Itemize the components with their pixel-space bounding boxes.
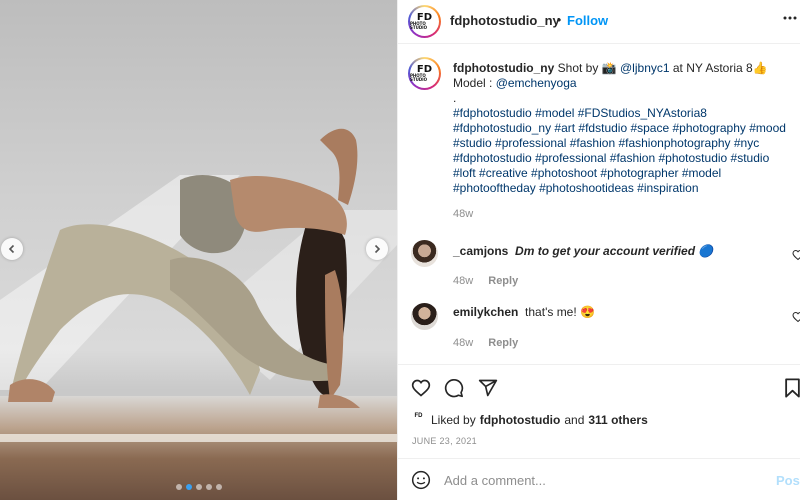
credit-mention-link[interactable]: @ljbnyc1 bbox=[620, 61, 670, 75]
comment-timestamp[interactable]: 48w bbox=[453, 275, 473, 287]
post-photo[interactable] bbox=[0, 0, 397, 500]
commenter-avatar[interactable] bbox=[411, 240, 438, 267]
likes-summary: FD Liked by fdphotostudio and 311 others bbox=[412, 413, 652, 427]
caption-hashtags[interactable]: #fdphotostudio #model #FDStudios_NYAstor… bbox=[453, 106, 786, 195]
like-comment-icon[interactable] bbox=[792, 249, 800, 261]
post-comment-button[interactable]: Post bbox=[776, 473, 800, 488]
comment-text: Dm to get your account verified 🔵 bbox=[515, 244, 714, 258]
more-options-button[interactable] bbox=[782, 10, 798, 31]
comment-username[interactable]: emilykchen bbox=[453, 305, 518, 319]
commenter-avatar[interactable] bbox=[411, 303, 438, 330]
more-horizontal-icon bbox=[783, 16, 797, 20]
avatar-logo-subtext: PHOTO STUDIO bbox=[410, 21, 428, 31]
model-mention-link[interactable]: @emchenyoga bbox=[496, 76, 577, 90]
comment-timestamp[interactable]: 48w bbox=[453, 337, 473, 349]
previous-slide-button[interactable] bbox=[1, 238, 23, 260]
like-icon[interactable] bbox=[411, 378, 431, 398]
liked-by-conj: and bbox=[564, 413, 585, 427]
caption-timestamp[interactable]: 48w bbox=[453, 208, 473, 220]
header-separator: • bbox=[557, 13, 562, 27]
like-comment-icon[interactable] bbox=[792, 311, 800, 323]
comment-text: that's me! 😍 bbox=[525, 305, 595, 319]
liked-by-others[interactable]: 311 others bbox=[588, 413, 647, 427]
carousel-dot bbox=[196, 484, 202, 490]
post-panel: FD PHOTO STUDIO fdphotostudio_ny • Follo… bbox=[397, 0, 800, 500]
caption-avatar[interactable]: FD PHOTO STUDIO bbox=[408, 57, 441, 90]
caption-model-prefix: Model : bbox=[453, 76, 496, 90]
liked-by-user[interactable]: fdphotostudio bbox=[480, 413, 561, 427]
share-icon[interactable] bbox=[478, 378, 498, 398]
carousel-dot bbox=[206, 484, 212, 490]
emoji-icon[interactable] bbox=[411, 470, 431, 490]
author-avatar[interactable]: FD PHOTO STUDIO bbox=[408, 5, 441, 38]
follow-button[interactable]: Follow bbox=[567, 13, 608, 28]
chevron-left-icon bbox=[8, 244, 15, 254]
reply-button[interactable]: Reply bbox=[488, 337, 518, 349]
comment-input[interactable] bbox=[444, 470, 764, 490]
comment-username[interactable]: _camjons bbox=[453, 244, 508, 258]
liker-avatar[interactable]: FD bbox=[412, 412, 425, 427]
comments-section[interactable]: FD PHOTO STUDIO fdphotostudio_ny Shot by… bbox=[398, 45, 800, 363]
avatar-logo-subtext: PHOTO STUDIO bbox=[410, 73, 428, 83]
save-bookmark-icon[interactable] bbox=[784, 378, 800, 398]
camera-emoji: 📸 bbox=[601, 61, 617, 75]
next-slide-button[interactable] bbox=[366, 238, 388, 260]
comment-icon[interactable] bbox=[444, 378, 464, 398]
liked-by-prefix: Liked by bbox=[431, 413, 476, 427]
post-date[interactable]: JUNE 23, 2021 bbox=[412, 436, 477, 446]
post-actions: FD Liked by fdphotostudio and 311 others… bbox=[398, 364, 800, 458]
caption-dot: . bbox=[453, 91, 457, 105]
post-header: FD PHOTO STUDIO fdphotostudio_ny • Follo… bbox=[398, 0, 800, 44]
carousel-dot bbox=[176, 484, 182, 490]
caption-username[interactable]: fdphotostudio_ny bbox=[453, 61, 554, 75]
carousel-indicator bbox=[176, 484, 222, 490]
caption-location: at NY Astoria 8👍 bbox=[669, 61, 768, 75]
avatar-logo-text: FD bbox=[414, 412, 423, 419]
caption-text: fdphotostudio_ny Shot by 📸 @ljbnyc1 at N… bbox=[453, 61, 793, 196]
carousel-dot bbox=[216, 484, 222, 490]
add-comment-bar: Post bbox=[398, 458, 800, 500]
caption-shot-by: Shot by bbox=[554, 61, 602, 75]
carousel-dot bbox=[186, 484, 192, 490]
author-username[interactable]: fdphotostudio_ny bbox=[450, 13, 560, 28]
chevron-right-icon bbox=[374, 244, 381, 254]
reply-button[interactable]: Reply bbox=[488, 275, 518, 287]
photo-subject bbox=[0, 128, 397, 408]
